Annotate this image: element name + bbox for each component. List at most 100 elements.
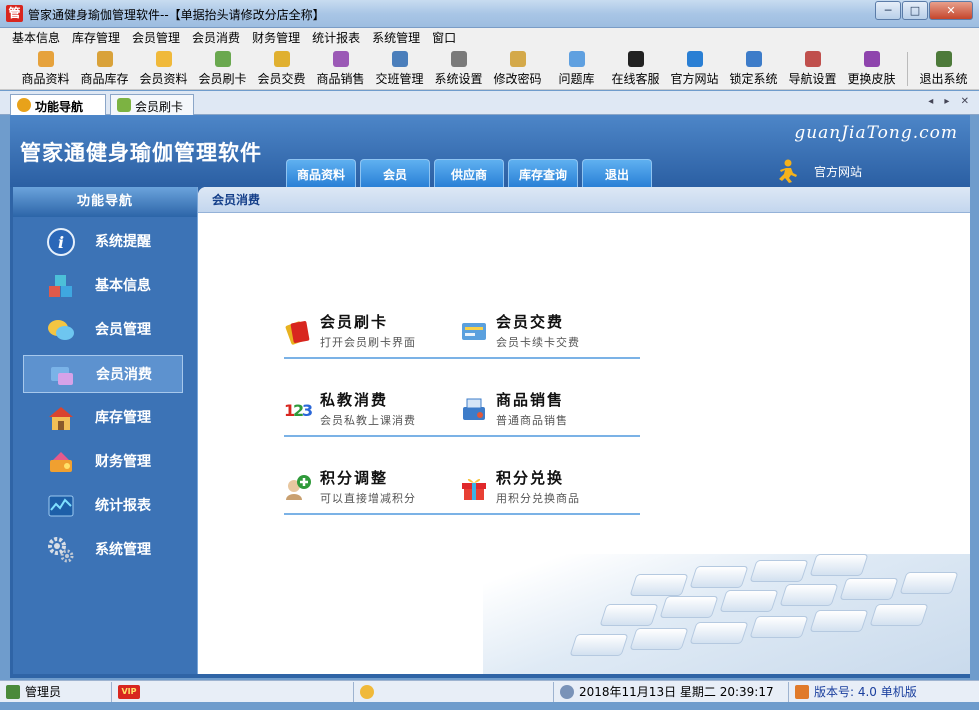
warehouse-icon [49, 407, 73, 430]
header-tab-supplier[interactable]: 供应商 [434, 159, 504, 187]
key-shape [809, 554, 869, 576]
tool-exit[interactable]: 退出系统 [914, 48, 973, 89]
menu-reports[interactable]: 统计报表 [306, 28, 366, 48]
main-panel: 管家通健身瑜伽管理软件 guanJiaTong.com 商品资料 会员 供应商 … [10, 115, 970, 678]
numbers-123-icon: 123 [284, 401, 312, 420]
menu-system[interactable]: 系统管理 [366, 28, 426, 48]
svg-text:3: 3 [302, 401, 312, 420]
tool-sales[interactable]: 商品销售 [311, 48, 370, 89]
tool-member-payment[interactable]: 会员交费 [252, 48, 311, 89]
tool-settings[interactable]: 系统设置 [429, 48, 488, 89]
title-bar: 管 管家通健身瑜伽管理软件--【单据抬头请修改分店全称】 ─ □ ✕ [0, 0, 979, 28]
tab-function-nav[interactable]: 功能导航 [10, 94, 106, 115]
key-shape [629, 628, 689, 650]
window-controls: ─ □ ✕ [874, 1, 973, 20]
official-site-link[interactable]: 官方网站 [776, 159, 862, 183]
key-shape [599, 604, 659, 626]
tool-password[interactable]: 修改密码 [488, 48, 547, 89]
key-shape [869, 604, 929, 626]
action-grid: 会员刷卡 打开会员刷卡界面 会员交费 会员卡续卡交费 123 私教消费 会员私教… [284, 287, 640, 521]
action-private-coach[interactable]: 123 私教消费 会员私教上课消费 [284, 391, 464, 431]
menu-finance[interactable]: 财务管理 [246, 28, 306, 48]
card-icon [214, 51, 231, 67]
key-shape [689, 622, 749, 644]
action-row: 123 私教消费 会员私教上课消费 商品销售 普通商品销售 [284, 365, 640, 437]
menu-member-consume[interactable]: 会员消费 [186, 28, 246, 48]
tool-lock[interactable]: 锁定系统 [724, 48, 783, 89]
globe-icon [560, 684, 574, 699]
svg-text:i: i [58, 233, 64, 252]
lock-icon [745, 51, 762, 67]
menu-basic-info[interactable]: 基本信息 [6, 28, 66, 48]
action-row: 积分调整 可以直接增减积分 积分兑换 用积分兑换商品 [284, 443, 640, 515]
face-icon [360, 684, 374, 699]
tool-inventory[interactable]: 商品库存 [75, 48, 134, 89]
runner-icon [779, 159, 797, 183]
app-title: 管家通健身瑜伽管理软件 [20, 141, 262, 165]
exit-icon [935, 51, 952, 67]
card-swipe-icon [285, 321, 310, 345]
shift-icon [391, 51, 408, 67]
inventory-icon [96, 51, 113, 67]
nav-item-finance[interactable]: 财务管理 [23, 443, 183, 481]
settings-icon [450, 51, 467, 67]
skin-icon [863, 51, 880, 67]
menu-inventory[interactable]: 库存管理 [66, 28, 126, 48]
maximize-button[interactable]: □ [902, 1, 928, 20]
nav-item-member-consume[interactable]: 会员消费 [23, 355, 183, 393]
action-member-payment[interactable]: 会员交费 会员卡续卡交费 [460, 313, 640, 353]
nav-item-member-mgmt[interactable]: 会员管理 [23, 311, 183, 349]
status-version: 版本号: 4.0 单机版 [789, 682, 979, 702]
tool-online-support[interactable]: 在线客服 [606, 48, 665, 89]
cash-register-icon [463, 398, 485, 420]
nav-item-reminder[interactable]: i 系统提醒 [23, 223, 183, 261]
menu-members[interactable]: 会员管理 [126, 28, 186, 48]
tool-shift[interactable]: 交班管理 [370, 48, 429, 89]
tool-nav-settings[interactable]: 导航设置 [783, 48, 842, 89]
status-bar: 管理员 VIP 2018年11月13日 星期二 20:39:17 版本号: 4.… [0, 680, 979, 702]
nav-item-system[interactable]: 系统管理 [23, 531, 183, 569]
member-icon [155, 51, 172, 67]
header-tab-stock-query[interactable]: 库存查询 [508, 159, 578, 187]
payment-icon [273, 51, 290, 67]
tool-official-site[interactable]: 官方网站 [665, 48, 724, 89]
key-shape [629, 574, 689, 596]
sales-icon [332, 51, 349, 67]
menu-window[interactable]: 窗口 [426, 28, 462, 48]
key-shape [569, 634, 629, 656]
key-shape [899, 572, 959, 594]
header-tab-goods[interactable]: 商品资料 [286, 159, 356, 187]
tab-card-swipe[interactable]: 会员刷卡 [110, 94, 194, 115]
nav-item-inventory[interactable]: 库存管理 [23, 399, 183, 437]
key-shape [689, 566, 749, 588]
close-button[interactable]: ✕ [929, 1, 973, 20]
header-tabs: 商品资料 会员 供应商 库存查询 退出 [286, 159, 656, 187]
key-shape [719, 590, 779, 612]
members-icon [48, 320, 74, 340]
runner-icon [17, 98, 31, 112]
nav-item-reports[interactable]: 统计报表 [23, 487, 183, 525]
question-icon [568, 51, 585, 67]
action-goods-sales[interactable]: 商品销售 普通商品销售 [460, 391, 640, 431]
status-user: 管理员 [0, 681, 112, 702]
header-banner: 管家通健身瑜伽管理软件 guanJiaTong.com 商品资料 会员 供应商 … [10, 115, 970, 187]
window-title: 管家通健身瑜伽管理软件--【单据抬头请修改分店全称】 [28, 8, 325, 22]
header-tab-exit[interactable]: 退出 [582, 159, 652, 187]
home-icon [795, 684, 809, 699]
tab-nav-controls[interactable]: ◂ ▸ ✕ [928, 96, 973, 107]
tool-faq[interactable]: 问题库 [547, 48, 606, 89]
nav-item-basic-info[interactable]: 基本信息 [23, 267, 183, 305]
cubes-icon [49, 275, 72, 297]
content-panel: 会员消费 会员刷卡 打开会员刷卡界面 会员交费 会员卡续卡交费 1 2 3 私教… [198, 187, 970, 674]
ie-icon [686, 51, 703, 67]
tool-card-swipe[interactable]: 会员刷卡 [193, 48, 252, 89]
tool-skin[interactable]: 更换皮肤 [842, 48, 901, 89]
minimize-button[interactable]: ─ [875, 1, 901, 20]
tool-goods[interactable]: 商品资料 [16, 48, 75, 89]
action-points-adjust[interactable]: 积分调整 可以直接增减积分 [284, 469, 464, 509]
header-tab-member[interactable]: 会员 [360, 159, 430, 187]
tool-member-info[interactable]: 会员资料 [134, 48, 193, 89]
action-card-swipe[interactable]: 会员刷卡 打开会员刷卡界面 [284, 313, 464, 353]
nav-settings-icon [804, 51, 821, 67]
action-points-redeem[interactable]: 积分兑换 用积分兑换商品 [460, 469, 640, 509]
